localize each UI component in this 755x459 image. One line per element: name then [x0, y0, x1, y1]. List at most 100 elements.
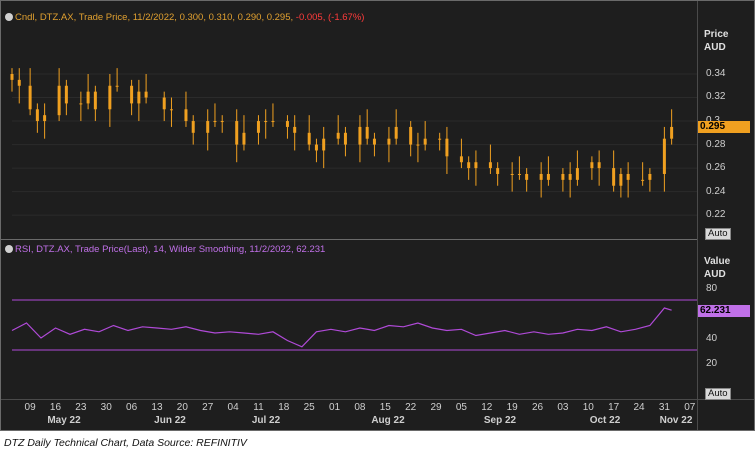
candle-body: [539, 173, 543, 180]
candle-body: [64, 85, 68, 104]
x-tick-label: 22: [405, 402, 417, 413]
x-tick-label: 09: [24, 402, 36, 413]
price-tick: 0.22: [706, 209, 726, 220]
candle-body: [662, 138, 666, 174]
x-tick-label: 19: [506, 402, 518, 413]
candle-body: [467, 162, 471, 169]
price-tick: 0.32: [706, 91, 726, 102]
candle-body: [314, 144, 318, 151]
candle-body: [394, 126, 398, 139]
candle-body: [264, 121, 268, 123]
price-axis-title: Price: [704, 29, 729, 40]
month-label: Oct 22: [589, 415, 621, 426]
price-panel-header: Cndl, DTZ.AX, Trade Price, 11/2/2022, 0.…: [15, 12, 364, 23]
x-tick-label: 12: [481, 402, 493, 413]
candle-body: [423, 138, 427, 145]
price-tick: 0.26: [706, 162, 726, 173]
price-tick: 0.24: [706, 186, 726, 197]
x-tick-label: 05: [455, 402, 467, 413]
candle-body: [474, 162, 478, 169]
candle-body: [336, 132, 340, 139]
candle-body: [641, 179, 645, 181]
price-tick: 0.28: [706, 139, 726, 150]
candle-body: [28, 85, 32, 110]
candle-body: [445, 138, 449, 157]
candle-body: [416, 144, 420, 146]
candle-body: [575, 168, 579, 180]
candle-body: [293, 126, 297, 133]
candle-body: [271, 121, 275, 123]
candle-body: [184, 109, 188, 122]
x-tick-label: 03: [557, 402, 569, 413]
x-tick-label: 30: [100, 402, 112, 413]
price-panel-toggle-icon[interactable]: [5, 13, 13, 21]
x-tick-label: 07: [684, 402, 696, 413]
candle-body: [568, 173, 572, 180]
month-label: Aug 22: [371, 415, 405, 426]
candle-body: [590, 162, 594, 169]
x-tick-label: 15: [379, 402, 391, 413]
candle-body: [235, 121, 239, 145]
candle-body: [525, 173, 529, 180]
x-tick-label: 18: [278, 402, 290, 413]
month-label: May 22: [47, 415, 81, 426]
candle-body: [387, 138, 391, 145]
candle-body: [144, 91, 148, 98]
x-tick-label: 11: [253, 402, 264, 413]
candle-body: [137, 91, 141, 104]
candle-body: [517, 173, 521, 175]
price-auto-button[interactable]: Auto: [705, 228, 731, 240]
price-last-tag: 0.295: [698, 121, 750, 133]
x-tick-label: 16: [49, 402, 62, 413]
x-tick-label: 08: [354, 402, 366, 413]
rsi-axis-unit: AUD: [704, 269, 726, 280]
candle-body: [438, 138, 442, 140]
candle-body: [561, 173, 565, 180]
chart-caption: DTZ Daily Technical Chart, Data Source: …: [4, 437, 247, 449]
candle-body: [43, 115, 47, 122]
x-tick-label: 23: [75, 402, 87, 413]
candle-body: [213, 121, 217, 123]
x-tick-label: 10: [582, 402, 594, 413]
price-change-text: -0.005, (-1.67%): [295, 12, 365, 23]
x-tick-label: 27: [202, 402, 214, 413]
candle-body: [57, 85, 61, 116]
candle-body: [496, 168, 500, 174]
candle-body: [206, 121, 210, 133]
rsi-tick: 20: [706, 358, 718, 369]
price-tick: 0.34: [706, 68, 726, 79]
x-tick-label: 04: [227, 402, 239, 413]
x-tick-label: 06: [126, 402, 138, 413]
rsi-header-text: RSI, DTZ.AX, Trade Price(Last), 14, Wild…: [15, 244, 326, 255]
rsi-tick: 40: [706, 333, 718, 344]
rsi-auto-button[interactable]: Auto: [705, 388, 731, 400]
candle-body: [191, 121, 195, 133]
candle-body: [648, 173, 652, 180]
month-label: Jun 22: [154, 415, 186, 426]
candle-body: [670, 126, 674, 139]
price-axis-unit: AUD: [704, 42, 726, 53]
candle-body: [372, 138, 376, 145]
x-tick-label: 26: [531, 402, 544, 413]
candle-body: [365, 126, 369, 139]
rsi-panel-toggle-icon[interactable]: [5, 245, 13, 253]
rsi-axis-title: Value: [704, 256, 731, 267]
month-label: Nov 22: [659, 415, 693, 426]
price-header-text: Cndl, DTZ.AX, Trade Price, 11/2/2022, 0.…: [15, 12, 296, 23]
candle-body: [79, 103, 83, 105]
candle-body: [162, 97, 166, 110]
candle-body: [488, 162, 492, 169]
candle-series: [10, 68, 674, 198]
candle-body: [597, 162, 601, 169]
candle-body: [459, 156, 463, 163]
month-label: Sep 22: [483, 415, 517, 426]
candle-body: [626, 173, 630, 180]
candle-body: [358, 126, 362, 145]
candle-body: [86, 91, 90, 104]
rsi-tick: 80: [706, 283, 718, 294]
candle-body: [546, 173, 550, 180]
candle-body: [169, 109, 173, 111]
x-tick-label: 01: [329, 402, 341, 413]
candle-body: [285, 121, 289, 127]
candle-body: [307, 132, 311, 145]
